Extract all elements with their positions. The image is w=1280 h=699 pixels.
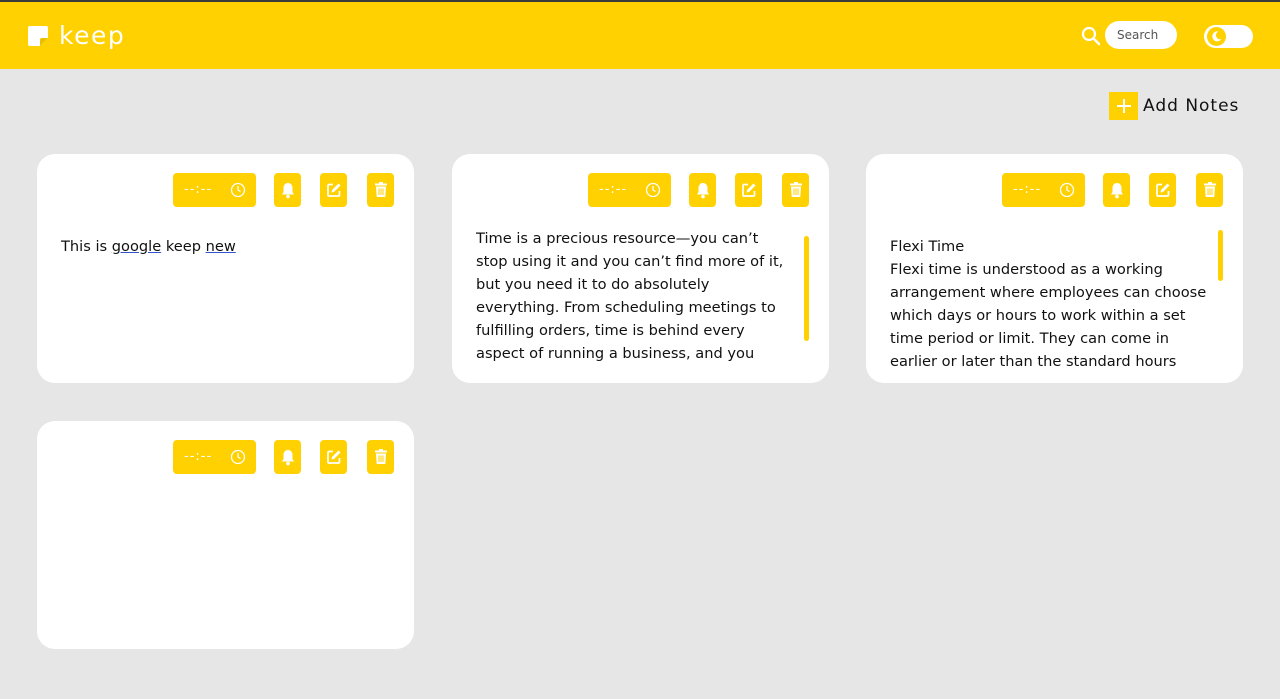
plus-icon [1109,92,1138,120]
note-content[interactable]: Flexi Time Flexi time is understood as a… [890,235,1208,368]
dark-mode-toggle[interactable] [1204,25,1253,48]
app-name: keep [59,21,126,50]
time-value: --:-- [1013,182,1042,197]
bell-icon [696,182,709,198]
edit-button[interactable] [320,173,347,207]
delete-button[interactable] [367,173,394,207]
clock-icon [230,182,246,198]
reminder-button[interactable] [689,173,716,207]
edit-icon [326,450,340,464]
edit-icon [326,183,340,197]
bell-icon [281,182,294,198]
reminder-button[interactable] [274,440,301,474]
reminder-time-input[interactable]: --:-- [173,173,256,207]
search-icon[interactable] [1081,26,1101,46]
trash-icon [1203,182,1216,197]
edit-icon [741,183,755,197]
note-card: --:-- Time is a precious resource—you ca… [452,154,829,383]
reminder-time-input[interactable]: --:-- [1002,173,1085,207]
bell-icon [281,449,294,465]
clock-icon [645,182,661,198]
clock-icon [230,449,246,465]
logo[interactable]: keep [27,23,125,49]
bell-icon [1110,182,1123,198]
reminder-time-input[interactable]: --:-- [173,440,256,474]
note-card: --:-- [37,421,414,649]
note-card: --:-- Flexi Time Flexi time is understoo… [866,154,1243,383]
delete-button[interactable] [367,440,394,474]
delete-button[interactable] [1196,173,1223,207]
time-value: --:-- [184,449,213,464]
note-title: Flexi Time [890,238,965,255]
reminder-time-input[interactable]: --:-- [588,173,671,207]
trash-icon [374,182,387,197]
add-notes-label: Add Notes [1143,96,1240,116]
note-content[interactable]: This is google keep new [61,235,379,258]
note-content[interactable]: Time is a precious resource—you can’t st… [476,227,794,365]
add-notes-button[interactable]: Add Notes [1109,92,1239,120]
delete-button[interactable] [782,173,809,207]
trash-icon [374,449,387,464]
time-value: --:-- [599,182,628,197]
time-value: --:-- [184,182,213,197]
note-card: --:-- This is google keep new [37,154,414,383]
edit-button[interactable] [1149,173,1176,207]
app-header: keep [0,2,1280,69]
note-scrollbar[interactable] [1218,230,1223,281]
edit-icon [1155,183,1169,197]
moon-icon [1207,27,1226,46]
note-text: Flexi time is understood as a working ar… [890,261,1207,368]
trash-icon [789,182,802,197]
clock-icon [1059,182,1075,198]
note-icon [28,26,48,46]
reminder-button[interactable] [274,173,301,207]
note-scrollbar[interactable] [804,236,809,341]
edit-button[interactable] [735,173,762,207]
reminder-button[interactable] [1103,173,1130,207]
edit-button[interactable] [320,440,347,474]
search-input[interactable] [1105,21,1177,49]
